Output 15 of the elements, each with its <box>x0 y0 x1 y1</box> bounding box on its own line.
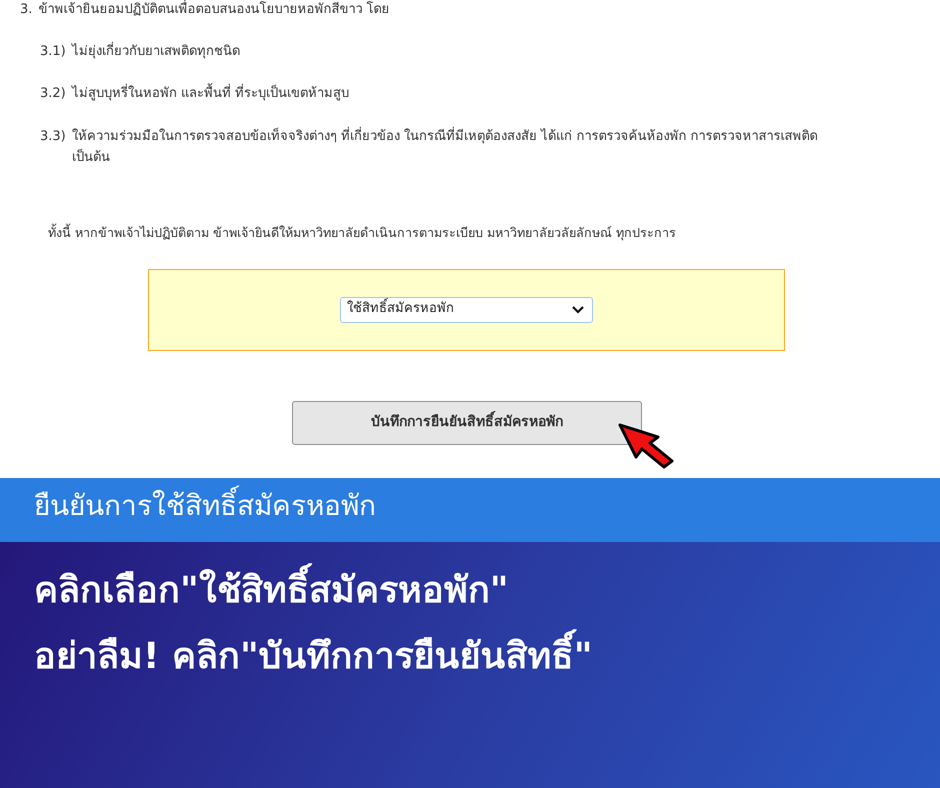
cursor-icon <box>618 422 674 469</box>
dropdown[interactable]: ใช้สิทธิ์สมัครหอพัก <box>340 296 593 323</box>
chevron-down-icon <box>572 306 584 314</box>
note-text: ทั้งนี้ หากข้าพเจ้าไม่ปฏิบัติตาม ข้าพเจ้ายินดีให้มหาวิทยาลัยดำเนินการตามระเบียบ มหาวิทยาลัยวลัยลักษณ์ ทุกประการ <box>47 222 678 242</box>
clause-text: ไม่สูบบุหรี่ในหอพัก และพื้นที่ ที่ระบุเป็นเขตห้ามสูบ <box>72 84 350 106</box>
clause-text: ให้ความร่วมมือในการตรวจสอบข้อเท็จจริงต่างๆ ที่เกี่ยวข้อง ในกรณีที่มีเหตุต้องสงสัย ได้แก่ การตรวจค้นห้องพัก การตรวจหาสารเสพติด เป็นต้น <box>72 127 832 169</box>
clause-number: 3.1) <box>40 42 66 60</box>
save-button[interactable]: บันทึกการยืนยันสิทธิ์สมัครหอพัก <box>292 400 642 445</box>
clause-number: 3. <box>20 1 32 19</box>
clause-number: 3.3) <box>40 128 66 146</box>
clause-number: 3.2) <box>40 85 66 104</box>
headline-text: อย่าลืม! คลิก"บันทึกการยืนยันสิทธิ์" <box>34 624 592 690</box>
headline-text: คลิกเลือก"ใช้สิทธิ์สมัครหอพัก" <box>34 558 509 624</box>
clause-text: ข้าพเจ้ายินยอมปฏิบัติตนเพื่อตอบสนองนโยบายหอพักสีขาว โดย <box>38 0 390 19</box>
clause-text: ไม่ยุ่งเกี่ยวกับยาเสพติดทุกชนิด <box>72 42 240 60</box>
